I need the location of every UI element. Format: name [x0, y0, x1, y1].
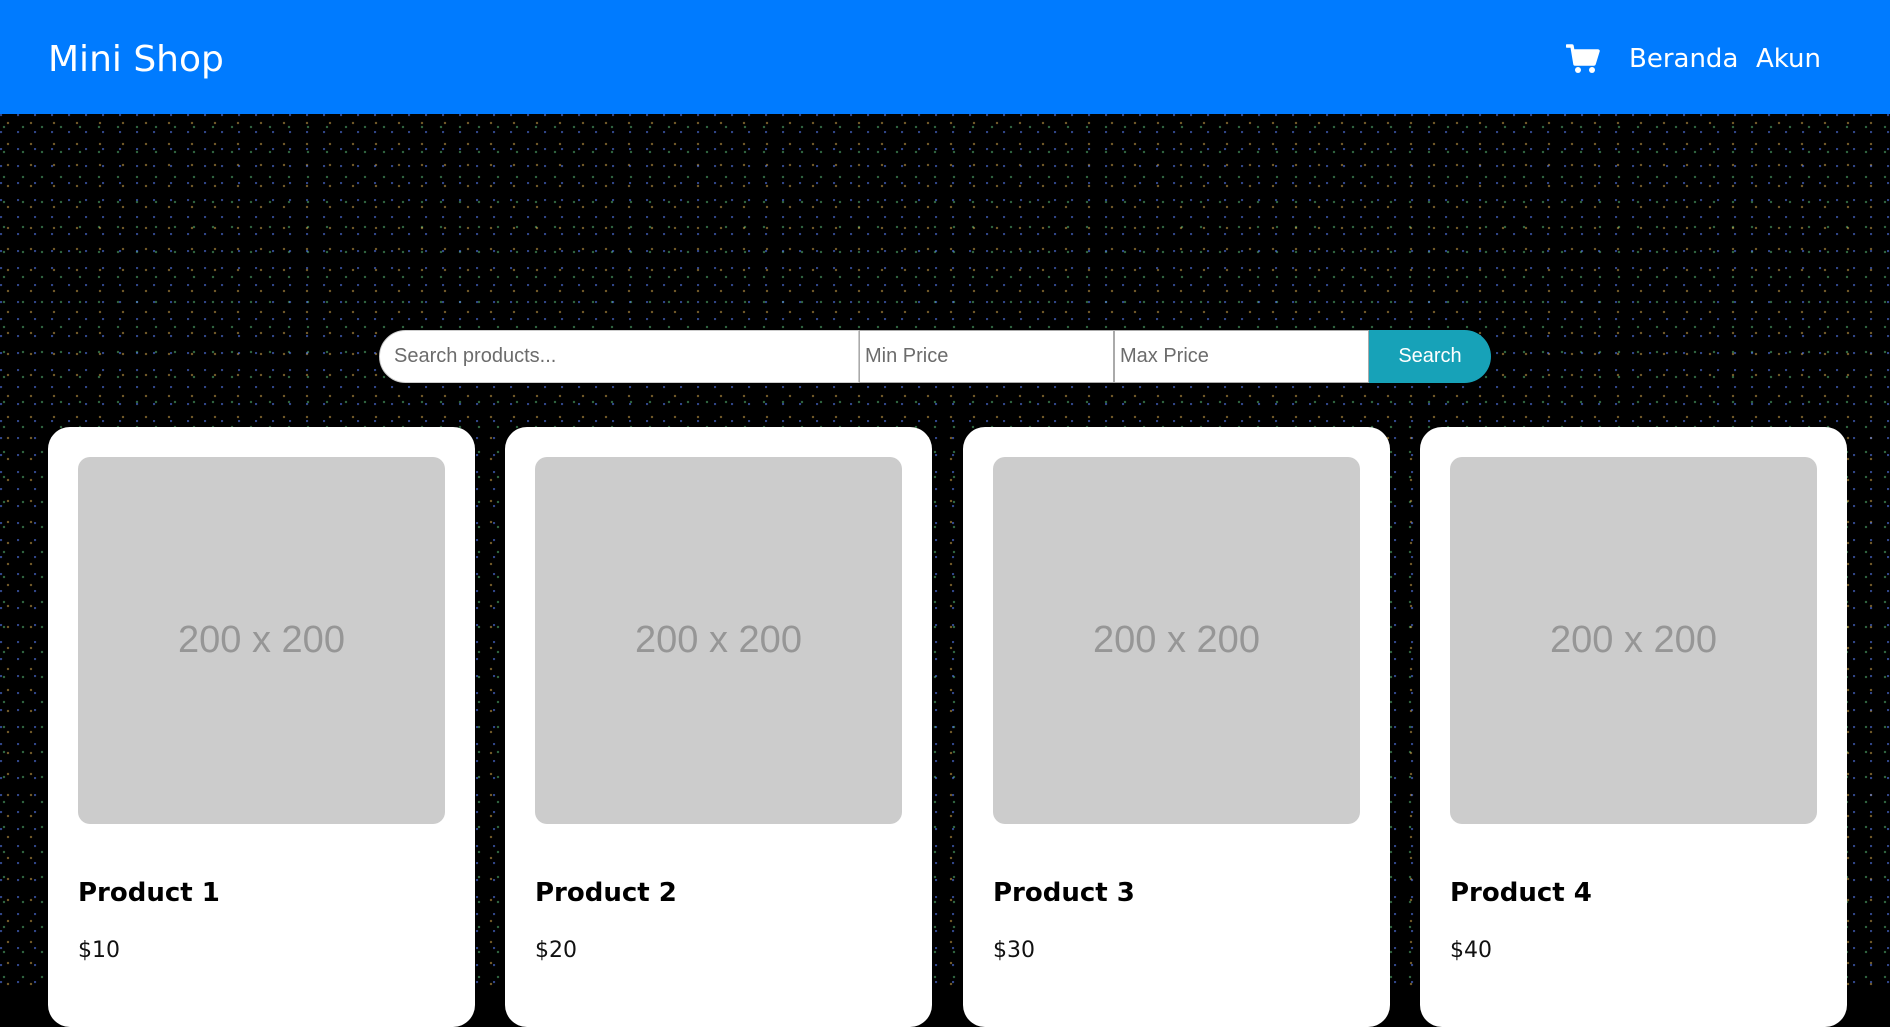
product-name: Product 2	[535, 878, 677, 908]
product-price: $40	[1450, 938, 1492, 963]
product-name: Product 3	[993, 878, 1135, 908]
max-price-input[interactable]	[1114, 330, 1369, 383]
product-card[interactable]: 200 x 200 Product 4 $40	[1420, 427, 1847, 1027]
product-price: $30	[993, 938, 1035, 963]
product-image: 200 x 200	[1450, 457, 1817, 824]
brand-logo[interactable]: Mini Shop	[48, 36, 224, 84]
product-price: $10	[78, 938, 120, 963]
product-name: Product 1	[78, 878, 220, 908]
product-card[interactable]: 200 x 200 Product 3 $30	[963, 427, 1390, 1027]
nav-link-beranda[interactable]: Beranda	[1629, 42, 1738, 76]
search-input[interactable]	[379, 330, 859, 383]
search-button[interactable]: Search	[1369, 330, 1491, 383]
product-image: 200 x 200	[993, 457, 1360, 824]
product-name: Product 4	[1450, 878, 1592, 908]
product-card[interactable]: 200 x 200 Product 2 $20	[505, 427, 932, 1027]
search-bar: Search	[379, 330, 1491, 383]
navbar: Mini Shop Beranda Akun	[0, 0, 1890, 114]
nav-link-akun[interactable]: Akun	[1756, 42, 1821, 76]
product-image: 200 x 200	[78, 457, 445, 824]
shopping-cart-icon[interactable]	[1566, 44, 1600, 74]
product-card[interactable]: 200 x 200 Product 1 $10	[48, 427, 475, 1027]
min-price-input[interactable]	[859, 330, 1114, 383]
product-price: $20	[535, 938, 577, 963]
product-image: 200 x 200	[535, 457, 902, 824]
